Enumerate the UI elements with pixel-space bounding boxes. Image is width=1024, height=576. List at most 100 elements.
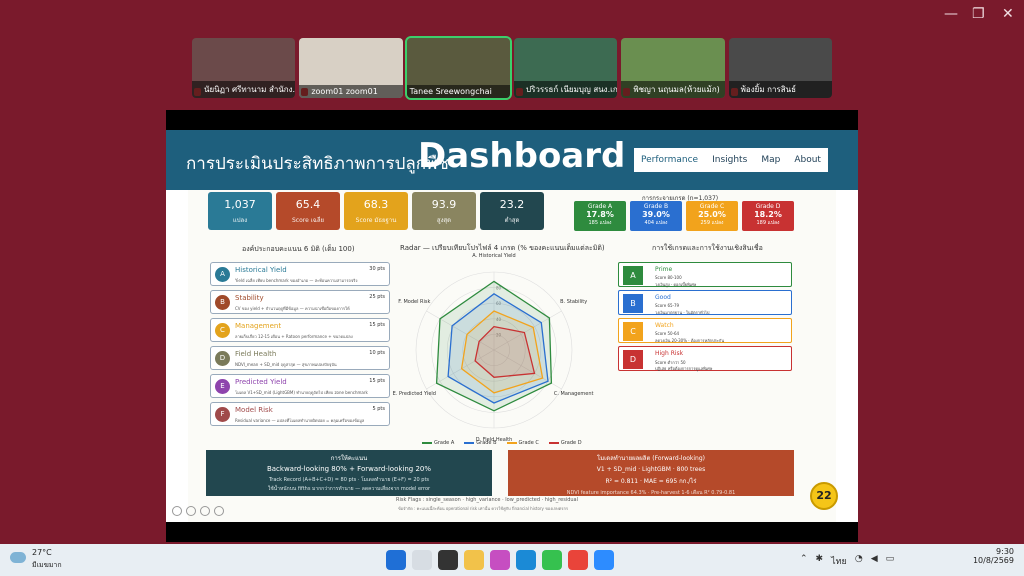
grade-pct: 17.8% [586, 210, 614, 219]
dimension-card: F Model Risk Residual variance — แปลงที่โม… [210, 402, 390, 426]
legend-item: Grade D [548, 440, 582, 446]
stat-card-max: 93.9 สูงสุด [412, 192, 476, 230]
usage-name: Good [655, 294, 671, 301]
minimize-button[interactable]: — [944, 6, 958, 22]
grade-box-d: Grade D 18.2% 189 แปลง [742, 201, 794, 231]
footnote: ข้อจำกัด : คะแนนนี้สะท้อน operational ri… [398, 506, 569, 511]
grade-pct: 18.2% [754, 210, 782, 219]
stat-value: 65.4 [295, 198, 321, 211]
dimension-points: 30 pts [369, 266, 385, 272]
clock[interactable]: 9:30 10/8/2569 [973, 547, 1014, 565]
shared-slide: การประเมินประสิทธิภาพการปลูกพืช Dashboar… [166, 130, 858, 522]
dimension-letter: F [215, 407, 230, 422]
dimension-card: B Stability CV ของ yield + จำนวนฤดูที่มีข้… [210, 290, 390, 314]
dimension-desc: โมเดล V1+SD_mid (LightGBM) ทำนายฤดูถัดไป… [235, 390, 368, 395]
grade-box-b: Grade B 39.0% 404 แปลง [630, 201, 682, 231]
dimension-name: Model Risk [235, 406, 273, 414]
grade-count: 189 แปลง [756, 220, 780, 226]
prev-icon[interactable] [172, 506, 182, 516]
dimension-points: 5 pts [372, 406, 385, 412]
nav-map[interactable]: Map [761, 155, 780, 165]
stat-label: Score มัธยฐาน [355, 217, 397, 224]
participant-tile[interactable]: zoom01 zoom01 [299, 38, 403, 98]
legend-label: Grade D [560, 440, 582, 446]
weather-desc: มีเมฆมาก [32, 561, 62, 569]
dimension-name: Historical Yield [235, 266, 287, 274]
chrome-icon[interactable] [568, 550, 588, 570]
radar-chart: 20406080 [415, 271, 573, 429]
radar-axis-label: F. Model Risk [398, 299, 431, 305]
slide-title-th: การประเมินประสิทธิภาพการปลูกพืช [186, 154, 449, 174]
stat-card-median: 68.3 Score มัธยฐาน [344, 192, 408, 230]
usage-desc: วงเงินสูง · ดอกเบี้ยพิเศษ [655, 282, 697, 287]
zoom-app-icon[interactable] [594, 550, 614, 570]
method-line2: ใช้น้ำหนักบน fifths มากกว่าการทำนาย — ลด… [267, 486, 431, 492]
method-title: การให้คะแนน [330, 455, 368, 462]
file-explorer-icon[interactable] [464, 550, 484, 570]
legend-label: Grade C [518, 440, 539, 446]
next-icon[interactable] [186, 506, 196, 516]
stat-label: ต่ำสุด [504, 217, 520, 224]
dimension-letter: B [215, 295, 230, 310]
dimension-name: Management [235, 322, 282, 330]
grade-box-a: Grade A 17.8% 185 แปลง [574, 201, 626, 231]
close-button[interactable]: ✕ [1002, 6, 1014, 22]
zoom-icon[interactable] [214, 506, 224, 516]
slide-header: การประเมินประสิทธิภาพการปลูกพืช Dashboar… [166, 130, 858, 190]
dimension-card: C Management ลายเก็บเกี่ยว 12-15 เดือน + R… [210, 318, 390, 342]
stat-label: Score เฉลี่ย [291, 217, 325, 224]
participant-tile[interactable]: พ้องยิ้ม การสินธ์ [728, 38, 832, 98]
participant-tile[interactable]: นัยนิฏา ศรีทานาม สำนักง... [192, 38, 296, 98]
grade-name: Grade B [643, 203, 669, 210]
search-icon[interactable] [412, 550, 432, 570]
radar-axis-label: B. Stability [560, 299, 588, 305]
volume-icon[interactable]: ◀ [871, 554, 878, 568]
stat-card-count: 1,037 แปลง [208, 192, 272, 230]
dimension-letter: A [215, 267, 230, 282]
chevron-up-icon[interactable]: ⌃ [800, 554, 808, 568]
participant-tile-active[interactable]: Tanee Sreewongchai [404, 36, 512, 100]
dimension-desc: ลายเก็บเกี่ยว 12-15 เดือน + Ratoon perfo… [235, 334, 353, 339]
participant-name: zoom01 zoom01 [299, 85, 403, 98]
start-icon[interactable] [386, 550, 406, 570]
legend-swatch [422, 442, 432, 444]
grade-count: 404 แปลง [644, 220, 668, 226]
nav-performance[interactable]: Performance [641, 155, 698, 165]
dimension-desc: NDVI_mean + SD_mid ฤดูล่าสุด — สุขภาพแปล… [235, 362, 337, 367]
dimensions-title: องค์ประกอบคะแนน 6 มิติ (เต็ม 100) [242, 245, 355, 253]
nav-insights[interactable]: Insights [712, 155, 747, 165]
nav-about[interactable]: About [794, 155, 821, 165]
slide-toolbar [172, 506, 224, 516]
restore-button[interactable]: ❐ [972, 6, 985, 22]
participant-name: พ้องยิ้ม การสินธ์ [728, 81, 832, 98]
participant-name: Tanee Sreewongchai [406, 85, 510, 98]
wifi-icon[interactable]: ◔ [855, 554, 863, 568]
pen-icon[interactable] [200, 506, 210, 516]
stat-value: 1,037 [224, 198, 256, 211]
dimension-letter: D [215, 351, 230, 366]
usage-card: C Watch Score 50-64 ลดวงเงิน 20-30% · ต้องก… [618, 318, 792, 343]
legend-swatch [548, 442, 559, 444]
copilot-icon[interactable] [490, 550, 510, 570]
dimension-points: 25 pts [369, 294, 385, 300]
usage-title: การใช้เกรดและการใช้งานเชิงสินเชื่อ [652, 244, 763, 252]
legend-item: Grade B [464, 440, 497, 446]
usage-score: Score 80-100 [655, 275, 682, 280]
usage-name: Prime [655, 266, 673, 273]
stat-value: 68.3 [363, 198, 389, 211]
participant-tile[interactable]: พิชญา นฤนมล(ห้วยแม้ก) [621, 38, 725, 98]
usage-desc: ลดวงเงิน 20-30% · ต้องการหลักประกัน [655, 338, 725, 343]
participant-tile[interactable]: ปริวรรธก์ เนียมบุญ สนง.เก... [513, 38, 618, 98]
battery-icon[interactable]: ▭ [886, 554, 895, 568]
dimension-letter: E [215, 379, 230, 394]
usage-card: B Good Score 65-79 วงเงินมาตรฐาน · ในอัตราท… [618, 290, 792, 315]
edge-icon[interactable] [516, 550, 536, 570]
task-view-icon[interactable] [438, 550, 458, 570]
stat-label: สูงสุด [436, 217, 452, 224]
grade-name: Grade A [587, 203, 613, 210]
bluetooth-icon[interactable]: ✱ [816, 554, 824, 568]
line-icon[interactable] [542, 550, 562, 570]
method-line1: Track Record (A+B+C+D) = 80 pts · โมเดลท… [268, 477, 430, 483]
lang-indicator[interactable]: ไทย [831, 554, 847, 568]
page-badge[interactable]: 22 [810, 482, 838, 510]
